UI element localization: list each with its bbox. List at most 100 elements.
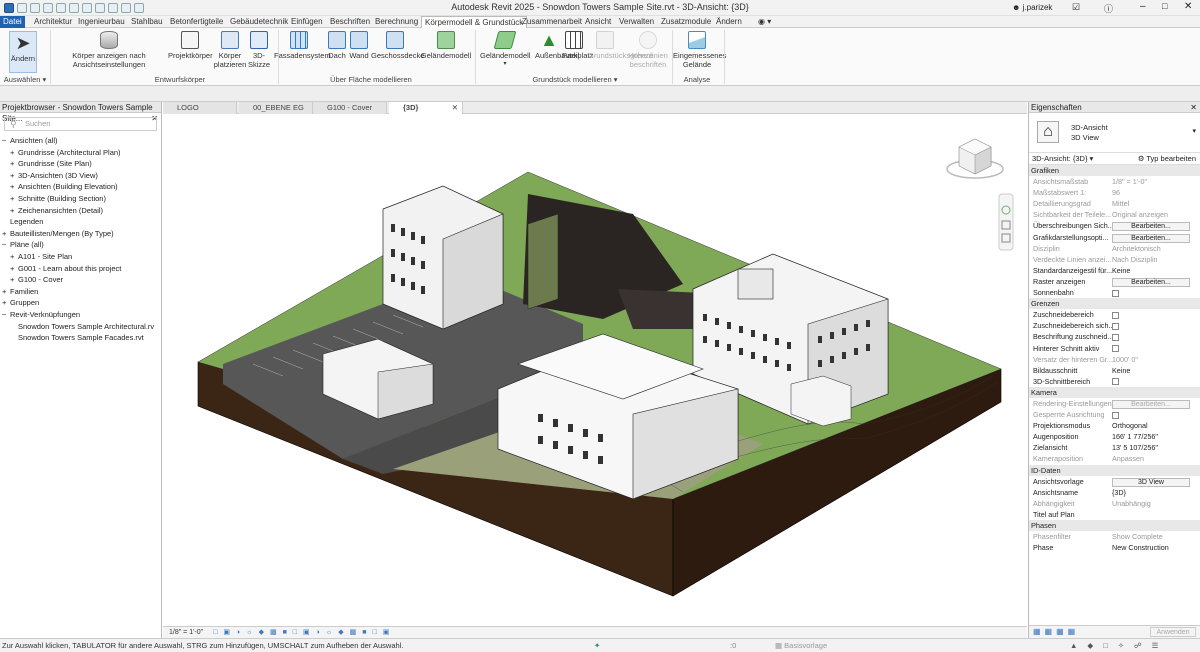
property-checkbox[interactable] bbox=[1112, 345, 1119, 353]
tab-ebene-eg[interactable]: 00_EBENE EG bbox=[239, 102, 313, 114]
property-value[interactable]: Orthogonal bbox=[1112, 420, 1148, 431]
tree-item[interactable]: + G001 - Learn about this project bbox=[0, 263, 161, 275]
instance-selector[interactable]: 3D-Ansicht: {3D} ▾ ⚙ Typ bearbeiten bbox=[1029, 153, 1200, 165]
toposolid-from-face-button[interactable]: Geländemodell bbox=[420, 31, 472, 60]
property-value[interactable]: Nach Disziplin bbox=[1112, 254, 1158, 265]
navigation-bar[interactable] bbox=[998, 193, 1014, 251]
tree-item[interactable]: + Bauteillisten/Mengen (By Type) bbox=[0, 228, 161, 240]
view-control-icons[interactable]: □▣◑☼◆▩■□▣◑☼◆▩■□▣ bbox=[213, 629, 395, 636]
tab-datei[interactable]: Datei bbox=[0, 16, 25, 28]
tab-zusammenarbeit[interactable]: Zusammenarbeit bbox=[519, 16, 585, 28]
property-value[interactable]: Original anzeigen bbox=[1112, 209, 1168, 220]
3d-sketch-button[interactable]: 3D-Skizze bbox=[246, 31, 272, 69]
property-value[interactable]: Unabhängig bbox=[1112, 498, 1151, 509]
view-scale[interactable]: 1/8" = 1'-0" bbox=[169, 629, 203, 636]
toposolid-button[interactable]: Geländemodell ▾ bbox=[480, 31, 530, 69]
tab-berechnung[interactable]: Berechnung bbox=[372, 16, 421, 28]
property-value[interactable]: 13' 5 107/256" bbox=[1112, 442, 1158, 453]
in-place-mass-button[interactable]: Projektkörper bbox=[168, 31, 213, 60]
view-cube[interactable] bbox=[946, 138, 1004, 179]
property-checkbox[interactable] bbox=[1112, 378, 1119, 386]
expand-toggle-icon[interactable]: + bbox=[10, 205, 18, 217]
modify-button[interactable]: ➤ Ändern bbox=[9, 31, 37, 73]
tree-item[interactable]: + Grundrisse (Site Plan) bbox=[0, 158, 161, 170]
tree-item[interactable]: + Ansichten (Building Elevation) bbox=[0, 181, 161, 193]
curtain-system-button[interactable]: Fassadensystem bbox=[274, 31, 331, 60]
tree-item[interactable]: Legenden bbox=[0, 216, 161, 228]
property-group-header[interactable]: Phasen bbox=[1029, 520, 1200, 532]
toposolid-dropdown-icon[interactable]: ▾ bbox=[480, 60, 530, 69]
expand-toggle-icon[interactable]: + bbox=[10, 274, 18, 286]
expand-toggle-icon[interactable]: + bbox=[2, 297, 10, 309]
help-icon[interactable]: ⓘ bbox=[1104, 2, 1113, 15]
property-checkbox[interactable] bbox=[1112, 411, 1119, 419]
site-component-button[interactable]: ▲ Außenbauteil bbox=[535, 31, 579, 60]
tree-item[interactable]: − Pläne (all) bbox=[0, 239, 161, 251]
expand-toggle-icon[interactable]: + bbox=[10, 251, 18, 263]
worksharing-icon[interactable]: ✦ bbox=[594, 639, 600, 652]
tree-item[interactable]: + Grundrisse (Architectural Plan) bbox=[0, 147, 161, 159]
expand-toggle-icon[interactable]: − bbox=[2, 239, 10, 251]
tab-logo[interactable]: LOGO bbox=[163, 102, 237, 114]
tab-aendern[interactable]: Ändern bbox=[713, 16, 745, 28]
selection-filter-icons[interactable]: ▲◆□✧☍☰ bbox=[1070, 639, 1168, 652]
tab-einfuegen[interactable]: Einfügen bbox=[288, 16, 326, 28]
tree-item[interactable]: − Revit-Verknüpfungen bbox=[0, 309, 161, 321]
design-option-dropdown[interactable]: ▦ Basisvorlage bbox=[775, 639, 865, 652]
property-value[interactable]: Show Complete bbox=[1112, 531, 1163, 542]
tab-ansicht[interactable]: Ansicht bbox=[582, 16, 614, 28]
expand-toggle-icon[interactable]: + bbox=[10, 170, 18, 182]
edit-property-button[interactable]: Bearbeiten... bbox=[1112, 277, 1190, 287]
label-contours-button[interactable]: Höhenlinien beschriften bbox=[626, 31, 670, 69]
close-tab-icon[interactable]: ✕ bbox=[452, 102, 458, 114]
tree-item[interactable]: +3D-Ansichten (3D View) bbox=[0, 170, 161, 182]
cart-icon[interactable]: ☑ bbox=[1072, 2, 1080, 13]
expand-toggle-icon[interactable]: + bbox=[10, 263, 18, 275]
tree-item[interactable]: Snowdon Towers Sample Architectural.rv bbox=[0, 321, 161, 333]
parking-button[interactable]: Parkplatz bbox=[562, 31, 593, 60]
property-checkbox[interactable] bbox=[1112, 334, 1119, 341]
expand-toggle-icon[interactable]: + bbox=[10, 158, 18, 170]
property-value[interactable]: 166' 1 77/256" bbox=[1112, 431, 1158, 442]
property-value[interactable]: Keine bbox=[1112, 265, 1130, 276]
model-site-panel-label[interactable]: Grundstück modellieren ▾ bbox=[520, 75, 630, 84]
expand-toggle-icon[interactable]: + bbox=[2, 286, 10, 298]
view-toggle-icon[interactable]: ◉ ▾ bbox=[755, 16, 774, 28]
tree-item[interactable]: − Ansichten (all) bbox=[0, 135, 161, 147]
properties-filter-icons[interactable]: ▦▦▦▦ bbox=[1033, 627, 1079, 636]
graded-region-button[interactable]: Eingemessenes Gelände bbox=[673, 31, 726, 69]
tree-item[interactable]: + A101 - Site Plan bbox=[0, 251, 161, 263]
expand-toggle-icon[interactable]: + bbox=[10, 193, 18, 205]
user-menu[interactable]: ☻ j.parizek bbox=[1012, 3, 1052, 12]
tree-item[interactable]: Snowdon Towers Sample Facades.rvt bbox=[0, 332, 161, 344]
property-value[interactable]: {3D} bbox=[1112, 487, 1126, 498]
property-group-header[interactable]: Kamera bbox=[1029, 386, 1200, 398]
select-dropdown[interactable]: Auswählen ▾ bbox=[2, 75, 48, 84]
property-value[interactable]: 96 bbox=[1112, 187, 1120, 198]
tree-item[interactable]: + Familien bbox=[0, 286, 161, 298]
property-checkbox[interactable] bbox=[1112, 322, 1119, 330]
property-value[interactable]: Architektonisch bbox=[1112, 243, 1161, 254]
floor-button[interactable]: Geschossdecke bbox=[371, 31, 424, 60]
property-group-header[interactable]: Grenzen bbox=[1029, 298, 1200, 310]
expand-toggle-icon[interactable]: − bbox=[2, 309, 10, 321]
edit-property-button[interactable]: Bearbeiten... bbox=[1112, 233, 1190, 243]
property-value[interactable]: Anpassen bbox=[1112, 453, 1144, 464]
expand-toggle-icon[interactable]: + bbox=[2, 228, 10, 240]
edit-property-button[interactable]: Bearbeiten... bbox=[1112, 222, 1190, 232]
tree-item[interactable]: + Gruppen bbox=[0, 297, 161, 309]
tree-item[interactable]: + Zeichenansichten (Detail) bbox=[0, 205, 161, 217]
property-group-header[interactable]: Grafiken bbox=[1029, 165, 1200, 177]
tab-beschriften[interactable]: Beschriften bbox=[327, 16, 373, 28]
tab-architektur[interactable]: Architektur bbox=[31, 16, 75, 28]
property-value[interactable]: Mittel bbox=[1112, 198, 1129, 209]
tab-zusatzmodule[interactable]: Zusatzmodule bbox=[658, 16, 714, 28]
maximize-button[interactable]: □ bbox=[1162, 1, 1167, 11]
property-value[interactable]: 1000' 0" bbox=[1112, 354, 1138, 365]
tab-betonfertigteile[interactable]: Betonfertigteile bbox=[167, 16, 226, 28]
property-checkbox[interactable] bbox=[1112, 311, 1119, 319]
property-group-header[interactable]: ID-Daten bbox=[1029, 464, 1200, 476]
edit-type-button[interactable]: ⚙ Typ bearbeiten bbox=[1138, 153, 1196, 165]
tab-verwalten[interactable]: Verwalten bbox=[616, 16, 657, 28]
place-mass-button[interactable]: Körper platzieren bbox=[212, 31, 248, 69]
